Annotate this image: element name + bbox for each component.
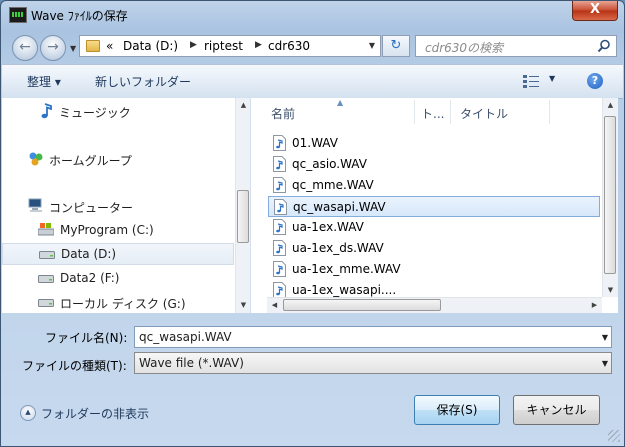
breadcrumb-folder[interactable]: riptest xyxy=(204,39,243,53)
resize-grip[interactable] xyxy=(608,430,620,442)
filetype-select[interactable]: Wave file (*.WAV) ▼ xyxy=(134,352,612,374)
scroll-up-icon[interactable]: ▲ xyxy=(603,98,618,112)
nav-item-homegroup[interactable]: ホームグループ xyxy=(2,148,234,170)
audio-file-icon xyxy=(274,199,287,215)
homegroup-icon xyxy=(29,152,43,166)
column-divider[interactable] xyxy=(450,100,451,124)
sort-ascending-icon: ▲ xyxy=(337,98,344,107)
file-row-selected[interactable]: qc_wasapi.WAV xyxy=(268,196,600,217)
file-row[interactable]: 01.WAV xyxy=(268,133,600,154)
audio-file-icon xyxy=(273,261,286,277)
organize-menu[interactable]: 整理 ▾ xyxy=(27,73,61,90)
filelist-scrollbar[interactable]: ▲ ▼ xyxy=(602,98,618,297)
close-button[interactable]: X xyxy=(572,1,618,21)
help-icon[interactable]: ? xyxy=(587,73,603,89)
folder-icon xyxy=(86,40,100,52)
nav-item-drive-d[interactable]: Data (D:) xyxy=(2,243,234,265)
command-bar: 整理 ▾ 新しいフォルダー ▼ ? xyxy=(2,64,623,99)
filelist-horizontal-scrollbar[interactable]: ◀ ▶ xyxy=(267,297,602,313)
filetype-value: Wave file (*.WAV) xyxy=(139,356,244,370)
save-dialog: Wave ﾌｧｲﾙの保存 X ← → ▼ « Data (D:) ▶ ripte… xyxy=(0,0,625,447)
refresh-icon: ↻ xyxy=(390,38,402,53)
save-button[interactable]: 保存(S) xyxy=(414,395,500,425)
collapse-icon[interactable]: ▲ xyxy=(20,405,36,421)
audio-file-icon xyxy=(273,219,286,235)
breadcrumb-chevron-icon[interactable]: ▶ xyxy=(190,40,197,50)
file-row[interactable]: ua-1ex.WAV xyxy=(268,217,600,238)
back-arrow-icon: ← xyxy=(19,39,31,55)
column-divider[interactable] xyxy=(414,100,415,124)
navigation-pane: ミュージック ホームグループ コンピューター MyProgram (C:) Da… xyxy=(2,98,251,313)
scroll-down-icon[interactable]: ▼ xyxy=(603,283,618,297)
nav-item-drive-f[interactable]: Data2 (F:) xyxy=(2,267,234,289)
scroll-thumb[interactable] xyxy=(283,299,441,311)
address-dropdown-icon[interactable]: ▼ xyxy=(364,36,380,56)
column-divider[interactable] xyxy=(549,100,550,124)
scroll-thumb[interactable] xyxy=(237,190,249,243)
scroll-up-icon[interactable]: ▲ xyxy=(236,98,250,112)
computer-icon xyxy=(28,198,42,212)
filename-value: qc_wasapi.WAV xyxy=(139,330,232,344)
breadcrumb-drive[interactable]: Data (D:) xyxy=(123,39,178,53)
nav-item-drive-g[interactable]: ローカル ディスク (G:) xyxy=(2,291,234,313)
audio-file-icon xyxy=(273,135,286,151)
audio-file-icon xyxy=(273,177,286,193)
nav-item-music[interactable]: ミュージック xyxy=(2,100,234,122)
nav-item-computer[interactable]: コンピューター xyxy=(2,195,234,217)
back-button[interactable]: ← xyxy=(12,35,38,61)
scroll-thumb[interactable] xyxy=(604,116,616,274)
column-title[interactable]: タイトル xyxy=(460,105,508,122)
address-bar[interactable]: « Data (D:) ▶ riptest ▶ cdr630 ▼ xyxy=(79,35,381,57)
music-note-icon xyxy=(41,103,52,119)
drive-icon xyxy=(39,251,55,259)
breadcrumb-current[interactable]: cdr630 xyxy=(268,39,310,53)
scroll-down-icon[interactable]: ▼ xyxy=(236,298,250,312)
cancel-button[interactable]: キャンセル xyxy=(513,395,600,425)
search-placeholder: cdr630の検索 xyxy=(425,41,504,55)
window-title: Wave ﾌｧｲﾙの保存 xyxy=(31,9,128,23)
recent-pages-dropdown[interactable]: ▼ xyxy=(70,44,76,53)
audio-file-icon xyxy=(273,240,286,256)
search-icon[interactable] xyxy=(597,39,611,53)
navpane-scrollbar[interactable]: ▲ ▼ xyxy=(235,98,250,313)
drive-icon xyxy=(38,275,54,283)
scroll-left-icon[interactable]: ◀ xyxy=(267,298,282,312)
column-name[interactable]: 名前 xyxy=(271,105,295,122)
filetype-label: ファイルの種類(T): xyxy=(22,359,127,373)
refresh-button[interactable]: ↻ xyxy=(382,35,410,57)
column-track[interactable]: ト... xyxy=(421,105,444,122)
scroll-right-icon[interactable]: ▶ xyxy=(587,298,602,312)
view-dropdown-icon[interactable]: ▼ xyxy=(549,74,555,83)
title-bar[interactable]: Wave ﾌｧｲﾙの保存 X xyxy=(1,1,624,29)
forward-arrow-icon: → xyxy=(47,39,59,55)
drive-icon xyxy=(38,299,54,307)
file-row[interactable]: ua-1ex_ds.WAV xyxy=(268,238,600,259)
search-input[interactable]: cdr630の検索 xyxy=(415,35,617,57)
new-folder-button[interactable]: 新しいフォルダー xyxy=(95,73,191,90)
hide-folders-link[interactable]: フォルダーの非表示 xyxy=(41,405,149,422)
file-list: ▲ 名前 ト... タイトル 01.WAV qc_asio.WAV qc_mme… xyxy=(251,98,618,313)
file-row[interactable]: ua-1ex_mme.WAV xyxy=(268,259,600,280)
filename-field[interactable]: qc_wasapi.WAV ▼ xyxy=(134,326,612,348)
system-drive-icon xyxy=(38,223,54,236)
chevron-down-icon[interactable]: ▼ xyxy=(602,359,608,368)
app-icon xyxy=(9,7,27,23)
breadcrumb-chevron-icon[interactable]: ▶ xyxy=(255,40,262,50)
audio-file-icon xyxy=(273,282,286,298)
file-row[interactable]: qc_mme.WAV xyxy=(268,175,600,196)
nav-item-drive-c[interactable]: MyProgram (C:) xyxy=(2,219,234,241)
breadcrumb-overflow[interactable]: « xyxy=(106,39,113,53)
file-row[interactable]: qc_asio.WAV xyxy=(268,154,600,175)
filename-label: ファイル名(N): xyxy=(45,331,128,345)
forward-button[interactable]: → xyxy=(40,35,66,61)
chevron-down-icon[interactable]: ▼ xyxy=(602,333,608,342)
view-options-icon[interactable] xyxy=(523,75,539,88)
audio-file-icon xyxy=(273,156,286,172)
